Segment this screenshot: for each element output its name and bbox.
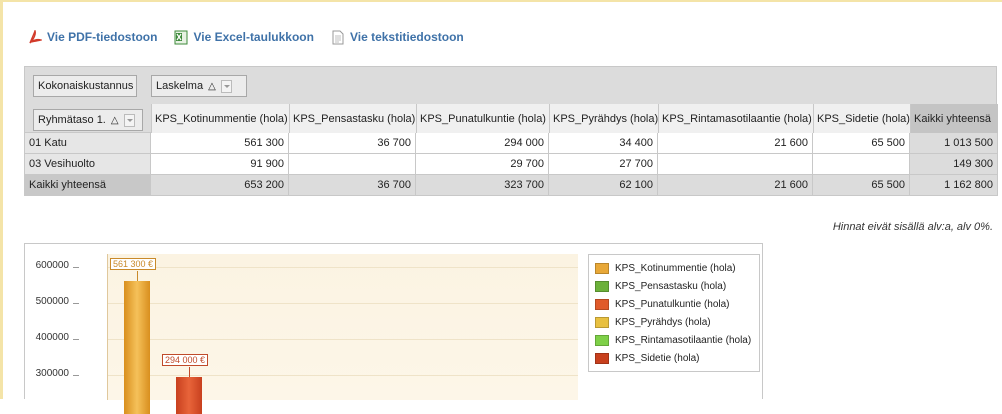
gridline bbox=[108, 339, 578, 340]
value-label-leader bbox=[137, 270, 138, 281]
column-header-total[interactable]: Kaikki yhteensä bbox=[910, 104, 998, 133]
column-header[interactable]: KPS_Kotinummentie (hola) bbox=[151, 104, 289, 133]
row-header[interactable]: 01 Katu bbox=[24, 132, 151, 154]
y-tick-label: 500000 bbox=[35, 296, 69, 307]
row-header-total: Kaikki yhteensä bbox=[24, 174, 151, 196]
legend-label: KPS_Punatulkuntie (hola) bbox=[615, 298, 730, 310]
export-excel-link[interactable]: Vie Excel-taulukkoon bbox=[174, 30, 314, 45]
gridline bbox=[108, 267, 578, 268]
legend-label: KPS_Pensastasku (hola) bbox=[615, 280, 727, 292]
bar-chart: 561 300 € 294 000 € KPS_Kotinummentie (ho… bbox=[24, 243, 763, 414]
table-cell: 91 900 bbox=[150, 153, 289, 175]
gridline bbox=[108, 303, 578, 304]
legend-swatch bbox=[595, 280, 609, 292]
legend-item[interactable]: KPS_Pensastasku (hola) bbox=[595, 277, 759, 295]
table-cell: 21 600 bbox=[657, 132, 813, 154]
legend-item[interactable]: KPS_Rintamasotilaantie (hola) bbox=[595, 331, 759, 349]
value-label: 294 000 € bbox=[162, 354, 209, 367]
table-cell: 65 500 bbox=[812, 132, 910, 154]
vat-note: Hinnat eivät sisällä alv:a, alv 0%. bbox=[832, 221, 993, 233]
y-tick-mark bbox=[73, 303, 79, 304]
table-cell: 29 700 bbox=[415, 153, 549, 175]
export-excel-label: Vie Excel-taulukkoon bbox=[193, 30, 314, 44]
value-label-leader bbox=[189, 367, 190, 378]
bar[interactable] bbox=[176, 377, 202, 414]
filter-dropdown-icon[interactable] bbox=[123, 113, 135, 127]
table-cell bbox=[812, 153, 910, 175]
table-cell-total: 653 200 bbox=[150, 174, 289, 196]
table-cell-total: 36 700 bbox=[288, 174, 416, 196]
legend-item[interactable]: KPS_Sidetie (hola) bbox=[595, 349, 759, 367]
legend-label: KPS_Pyrähdys (hola) bbox=[615, 316, 711, 328]
table-cell bbox=[288, 153, 416, 175]
legend-swatch bbox=[595, 298, 609, 310]
column-field-button[interactable]: Laskelma △ bbox=[151, 75, 247, 97]
table-cell-total: 62 100 bbox=[548, 174, 658, 196]
column-field-label: Laskelma bbox=[156, 80, 204, 92]
row-field-button[interactable]: Ryhmätaso 1. △ bbox=[33, 109, 143, 131]
legend-label: KPS_Rintamasotilaantie (hola) bbox=[615, 334, 752, 346]
row-field-label: Ryhmätaso 1. bbox=[38, 114, 106, 126]
column-header[interactable]: KPS_Pensastasku (hola) bbox=[289, 104, 416, 133]
legend-swatch bbox=[595, 262, 609, 274]
table-row: 01 Katu 561 300 36 700 294 000 34 400 21… bbox=[24, 132, 998, 154]
y-tick-label: 600000 bbox=[35, 260, 69, 271]
table-row: 03 Vesihuolto 91 900 29 700 27 700 149 3… bbox=[24, 153, 998, 175]
data-field-button[interactable]: Kokonaiskustannus bbox=[33, 75, 137, 97]
sort-ascending-icon[interactable]: △ bbox=[208, 81, 216, 92]
export-text-label: Vie tekstitiedostoon bbox=[349, 30, 464, 44]
legend-label: KPS_Sidetie (hola) bbox=[615, 352, 700, 364]
column-header[interactable]: KPS_Sidetie (hola) bbox=[813, 104, 910, 133]
table-cell: 561 300 bbox=[150, 132, 289, 154]
export-toolbar: Vie PDF-tiedostoon Vie Excel-taulukkoon … bbox=[28, 28, 481, 46]
y-tick-label: 400000 bbox=[35, 332, 69, 343]
table-cell-total: 21 600 bbox=[657, 174, 813, 196]
table-cell-total: 65 500 bbox=[812, 174, 910, 196]
sort-ascending-icon[interactable]: △ bbox=[111, 115, 119, 126]
column-header[interactable]: KPS_Punatulkuntie (hola) bbox=[416, 104, 549, 133]
table-cell: 27 700 bbox=[548, 153, 658, 175]
legend-swatch bbox=[595, 316, 609, 328]
column-headers: KPS_Kotinummentie (hola) KPS_Pensastasku… bbox=[151, 104, 998, 133]
y-tick-mark bbox=[73, 375, 79, 376]
table-cell-total: 323 700 bbox=[415, 174, 549, 196]
export-text-link[interactable]: Vie tekstitiedostoon bbox=[331, 30, 464, 45]
legend-swatch bbox=[595, 334, 609, 346]
data-field-label: Kokonaiskustannus bbox=[38, 80, 134, 92]
table-cell-total: 149 300 bbox=[909, 153, 998, 175]
legend-item[interactable]: KPS_Punatulkuntie (hola) bbox=[595, 295, 759, 313]
table-cell: 36 700 bbox=[288, 132, 416, 154]
table-cell bbox=[657, 153, 813, 175]
chart-legend: KPS_Kotinummentie (hola) KPS_Pensastasku … bbox=[588, 254, 760, 372]
y-tick-mark bbox=[73, 339, 79, 340]
export-pdf-label: Vie PDF-tiedostoon bbox=[47, 30, 158, 44]
legend-label: KPS_Kotinummentie (hola) bbox=[615, 262, 736, 274]
table-cell: 34 400 bbox=[548, 132, 658, 154]
excel-icon bbox=[174, 30, 188, 44]
table-cell-total: 1 162 800 bbox=[909, 174, 998, 196]
text-file-icon bbox=[332, 30, 344, 44]
export-pdf-link[interactable]: Vie PDF-tiedostoon bbox=[28, 29, 158, 45]
plot-area: 561 300 € 294 000 € bbox=[107, 254, 578, 414]
y-tick-mark bbox=[73, 267, 79, 268]
pivot-grid: Kokonaiskustannus Laskelma △ Ryhmätaso 1… bbox=[24, 66, 998, 196]
column-header[interactable]: KPS_Pyrähdys (hola) bbox=[549, 104, 658, 133]
value-label: 561 300 € bbox=[110, 257, 157, 270]
table-cell-total: 1 013 500 bbox=[909, 132, 998, 154]
row-header[interactable]: 03 Vesihuolto bbox=[24, 153, 151, 175]
pivot-table: 01 Katu 561 300 36 700 294 000 34 400 21… bbox=[24, 132, 998, 196]
legend-item[interactable]: KPS_Kotinummentie (hola) bbox=[595, 259, 759, 277]
filter-dropdown-icon[interactable] bbox=[220, 79, 232, 93]
table-row-total: Kaikki yhteensä 653 200 36 700 323 700 6… bbox=[24, 174, 998, 196]
gridline bbox=[108, 375, 578, 376]
y-tick-label: 300000 bbox=[35, 368, 69, 379]
pivot-header: Kokonaiskustannus Laskelma △ Ryhmätaso 1… bbox=[24, 66, 998, 133]
column-header[interactable]: KPS_Rintamasotilaantie (hola) bbox=[658, 104, 813, 133]
bar[interactable] bbox=[124, 280, 150, 414]
legend-item[interactable]: KPS_Pyrähdys (hola) bbox=[595, 313, 759, 331]
table-cell: 294 000 bbox=[415, 132, 549, 154]
legend-swatch bbox=[595, 352, 609, 364]
pdf-icon bbox=[29, 29, 42, 43]
